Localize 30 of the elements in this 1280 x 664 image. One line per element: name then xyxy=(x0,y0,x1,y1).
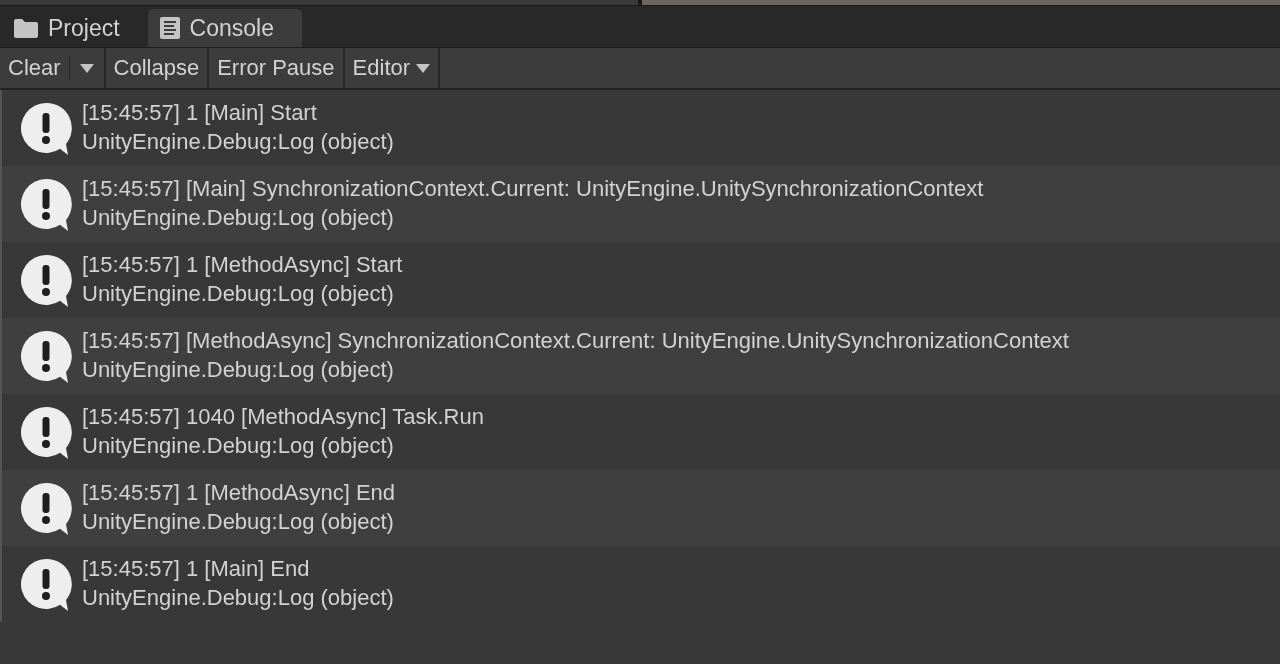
log-message: [15:45:57] [MethodAsync] SynchronizationContext.Current: UnityEngine.UnitySynchronizationContext xyxy=(82,326,1069,355)
log-message: [15:45:57] 1 [MethodAsync] End xyxy=(82,478,396,507)
info-message-icon xyxy=(19,177,73,233)
stack-trace: UnityEngine.Debug:Log (object) xyxy=(82,583,394,612)
tab[interactable]: Console xyxy=(147,9,302,47)
stack-trace: UnityEngine.Debug:Log (object) xyxy=(82,203,395,232)
log-message: [15:45:57] 1 [Main] Start xyxy=(82,98,318,127)
info-message-icon xyxy=(19,481,73,537)
log-message: [15:45:57] [Main] SynchronizationContext.Current: UnityEngine.UnitySynchronizationContext xyxy=(82,174,984,203)
stack-trace: UnityEngine.Debug:Log (object) xyxy=(82,431,395,460)
caret-icon xyxy=(416,63,431,73)
log-message: [15:45:57] 1040 [MethodAsync] Task.Run xyxy=(82,402,484,431)
folder-icon xyxy=(14,18,38,38)
tab[interactable]: Project xyxy=(2,9,148,47)
log-entry[interactable]: [15:45:57] 1 [MethodAsync] End UnityEngine.Debug:Log (object) xyxy=(2,470,1280,546)
info-message-icon xyxy=(19,329,73,385)
log-entry[interactable]: [15:45:57] [Main] SynchronizationContext.Current: UnityEngine.UnitySynchronizationContext UnityEngine.Debug:Log (object) xyxy=(2,166,1280,242)
info-message-icon xyxy=(19,101,73,157)
info-message-icon xyxy=(19,253,73,309)
stack-trace: UnityEngine.Debug:Log (object) xyxy=(82,355,395,384)
stack-trace: UnityEngine.Debug:Log (object) xyxy=(82,507,395,536)
info-message-icon xyxy=(19,557,73,613)
caret-icon xyxy=(79,63,94,73)
info-message-icon xyxy=(19,405,73,461)
stack-trace: UnityEngine.Debug:Log (object) xyxy=(82,127,394,156)
log-message: [15:45:57] 1 [Main] End xyxy=(82,554,311,583)
stack-trace: UnityEngine.Debug:Log (object) xyxy=(82,279,395,308)
log-entry[interactable]: [15:45:57] [MethodAsync] SynchronizationContext.Current: UnityEngine.UnitySynchronizationContext UnityEngine.Debug:Log (object) xyxy=(2,318,1280,394)
document-icon xyxy=(159,17,180,39)
log-message: [15:45:57] 1 [MethodAsync] Start xyxy=(82,250,403,279)
